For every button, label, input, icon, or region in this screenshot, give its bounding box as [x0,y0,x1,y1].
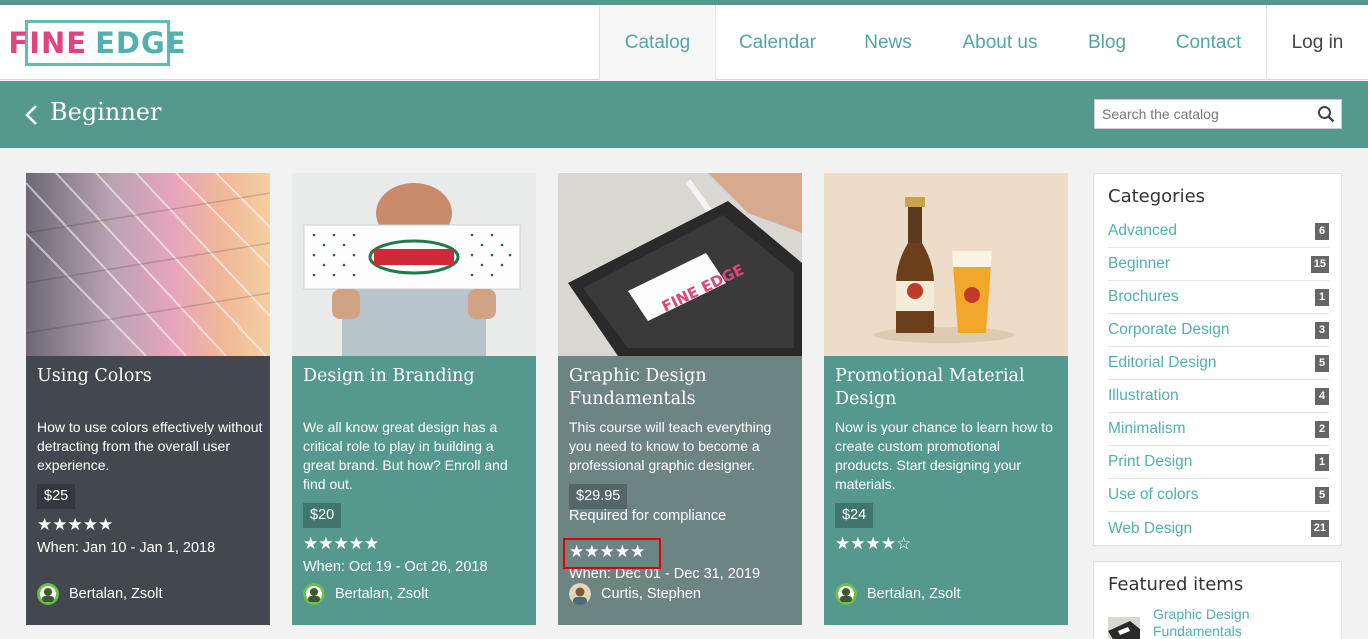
avatar-icon [303,583,325,605]
course-author[interactable]: Curtis, Stephen [569,583,701,605]
categories-heading: Categories [1108,186,1206,207]
author-name: Curtis, Stephen [601,586,701,602]
featured-panel: Featured items Graphic Design Fundamenta… [1093,561,1342,639]
nav-contact[interactable]: Contact [1151,5,1266,80]
price-badge: $24 [835,503,874,528]
avatar-icon [37,583,59,605]
category-count: 15 [1310,255,1329,273]
nav-news[interactable]: News [839,5,937,80]
category-count: 6 [1315,222,1329,240]
course-card[interactable]: Design in Branding We all know great des… [292,173,536,625]
category-count: 3 [1315,321,1329,339]
course-author[interactable]: Bertalan, Zsolt [303,583,429,605]
category-count: 2 [1315,420,1329,438]
catalog-search [1094,99,1342,129]
course-card[interactable]: Using Colors How to use colors effective… [26,173,270,625]
featured-heading: Featured items [1108,574,1244,595]
author-name: Bertalan, Zsolt [69,586,163,602]
page-title: Beginner [50,98,162,126]
star-rating: ★★★★★ [303,534,380,553]
nav-calendar[interactable]: Calendar [715,5,839,80]
category-item-editorial-design[interactable]: Editorial Design 5 [1108,347,1329,380]
category-item-web-design[interactable]: Web Design 21 [1108,512,1329,545]
back-chevron-icon[interactable] [22,103,42,127]
category-count: 4 [1315,387,1329,405]
nav-about-us[interactable]: About us [937,5,1063,80]
site-header: FINE EDGE Catalog Calendar News About us… [0,5,1368,80]
nav-catalog[interactable]: Catalog [599,5,715,80]
fine-edge-logo[interactable]: FINE EDGE [8,20,186,66]
course-image[interactable] [292,173,536,356]
category-count: 1 [1315,288,1329,306]
category-item-illustration[interactable]: Illustration 4 [1108,380,1329,413]
page-header-band: Beginner [0,81,1368,148]
rating-highlight-box [563,538,661,569]
category-item-advanced[interactable]: Advanced 6 [1108,215,1329,248]
price-badge: $20 [303,503,342,528]
search-input[interactable] [1095,100,1310,128]
course-image[interactable] [26,173,270,356]
course-title[interactable]: Using Colors [37,365,263,388]
category-count: 21 [1310,520,1329,537]
category-item-use-of-colors[interactable]: Use of colors 5 [1108,479,1329,512]
star-rating: ★★★★☆ [835,534,912,553]
course-description: This course will teach everything you ne… [569,419,772,473]
categories-list: Advanced 6 Beginner 15 Brochures 1 Corporat… [1108,215,1329,545]
category-label: Editorial Design [1108,354,1217,371]
category-item-corporate-design[interactable]: Corporate Design 3 [1108,314,1329,347]
main-nav: Catalog Calendar News About us Blog Cont… [599,5,1368,80]
course-title[interactable]: Design in Branding [303,365,529,388]
avatar-icon [835,583,857,605]
category-item-print-design[interactable]: Print Design 1 [1108,446,1329,479]
category-item-beginner[interactable]: Beginner 15 [1108,248,1329,281]
course-card[interactable]: FINE EDGE Graphic Design Fundamentals Th… [558,173,802,625]
course-description: We all know great design has a critical … [303,419,508,492]
compliance-note: Required for compliance [569,508,727,524]
course-author[interactable]: Bertalan, Zsolt [37,583,163,605]
login-link[interactable]: Log in [1266,5,1368,80]
category-label: Corporate Design [1108,321,1230,338]
course-image[interactable]: FINE EDGE [558,173,802,356]
category-label: Brochures [1108,288,1179,305]
category-item-brochures[interactable]: Brochures 1 [1108,281,1329,314]
logo-word-edge: EDGE [95,26,187,60]
star-rating: ★★★★★ [37,515,114,534]
course-title[interactable]: Graphic Design Fundamentals [569,365,795,411]
logo-word-fine: FINE [8,26,88,60]
category-label: Minimalism [1108,420,1186,437]
author-name: Bertalan, Zsolt [867,586,961,602]
category-count: 5 [1315,354,1329,372]
category-label: Beginner [1108,255,1171,272]
category-label: Print Design [1108,453,1193,470]
categories-panel: Categories Advanced 6 Beginner 15 Brochure… [1093,173,1342,546]
category-label: Advanced [1108,222,1177,239]
course-description: How to use colors effectively without de… [37,419,263,473]
category-item-minimalism[interactable]: Minimalism 2 [1108,413,1329,446]
course-image[interactable] [824,173,1068,356]
category-label: Use of colors [1108,486,1199,503]
avatar-icon [569,583,591,605]
price-badge: $29.95 [569,484,628,509]
category-label: Illustration [1108,387,1179,404]
course-author[interactable]: Bertalan, Zsolt [835,583,961,605]
nav-blog[interactable]: Blog [1063,5,1151,80]
course-title[interactable]: Promotional Material Design [835,365,1061,411]
featured-item-link[interactable]: Graphic Design Fundamentals [1153,606,1303,639]
category-label: Web Design [1108,519,1193,537]
course-dates: When: Oct 19 - Oct 26, 2018 [303,559,488,575]
author-name: Bertalan, Zsolt [335,586,429,602]
featured-thumbnail[interactable] [1108,617,1140,639]
course-dates: When: Jan 10 - Jan 1, 2018 [37,540,216,556]
category-count: 1 [1315,453,1329,471]
course-card[interactable]: Promotional Material Design Now is your … [824,173,1068,625]
search-icon[interactable] [1317,105,1335,123]
category-count: 5 [1315,486,1329,504]
course-description: Now is your chance to learn how to creat… [835,419,1053,492]
price-badge: $25 [37,484,76,509]
